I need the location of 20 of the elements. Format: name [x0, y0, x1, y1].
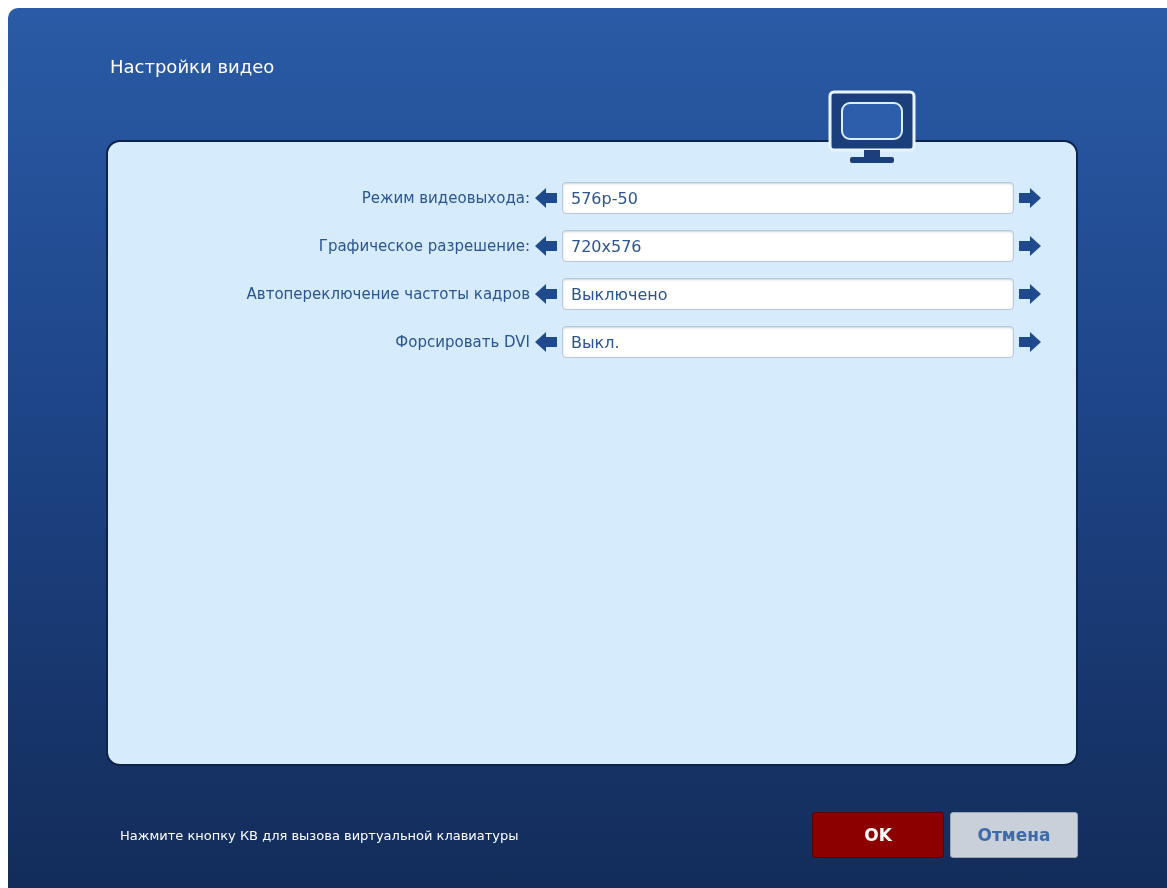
hint-text: Нажмите кнопку КВ для вызова виртуальной клавиатуры [120, 827, 520, 843]
setting-label: Форсировать DVI [395, 333, 530, 351]
window-title: Настройки видео [110, 56, 276, 79]
setting-label: Графическое разрешение: [318, 237, 530, 255]
arrow-left-icon[interactable] [534, 234, 558, 258]
arrow-left-icon[interactable] [534, 330, 558, 354]
arrow-left-icon[interactable] [534, 186, 558, 210]
arrow-right-icon[interactable] [1018, 186, 1042, 210]
arrow-right-icon[interactable] [1018, 282, 1042, 306]
setting-value-field[interactable]: Выкл. [562, 326, 1014, 358]
arrow-right-icon[interactable] [1018, 330, 1042, 354]
arrow-right-icon[interactable] [1018, 234, 1042, 258]
setting-label: Режим видеовыхода: [361, 189, 530, 207]
arrow-left-icon[interactable] [534, 282, 558, 306]
setting-value-field[interactable]: 576p-50 [562, 182, 1014, 214]
setting-value-field[interactable]: Выключено [562, 278, 1014, 310]
ok-button[interactable]: OK [812, 812, 944, 858]
cancel-button[interactable]: Отмена [950, 812, 1078, 858]
setting-value-field[interactable]: 720x576 [562, 230, 1014, 262]
setting-label: Автопереключение частоты кадров [246, 285, 530, 303]
